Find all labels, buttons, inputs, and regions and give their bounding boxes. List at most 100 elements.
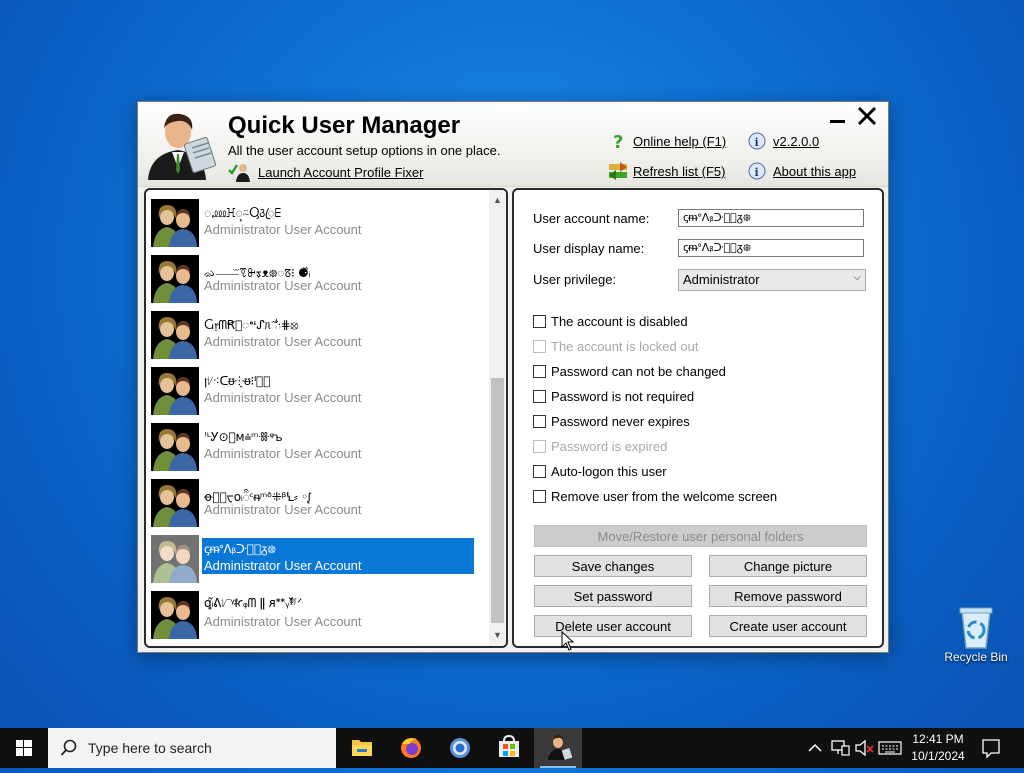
notification-icon[interactable] [980,728,1002,768]
privilege-select-value: Administrator [683,272,760,287]
set-password-button[interactable]: Set password [534,585,692,607]
version-link[interactable]: v2.2.0.0 [773,134,819,149]
user-name: ꞔᵯᐤᐱᵦᑞ᷐ᷟᵹ᪥ [204,542,276,556]
taskbar-chrome[interactable] [436,728,484,768]
user-list-item[interactable]: ꞁᜧ⁖ᑕᵿ⸭᷏ᵿ⁝ᑊᵬᷧ Administrator User Account [151,366,476,416]
user-type: Administrator User Account [204,502,362,517]
user-list-item[interactable]: ꝗᵢ᷉ᕕᜯᵞᵮꜥᵩᗰ ǁ ᴙᕯᵧᶲ᷈ᶴᐟ Administrator User … [151,590,476,640]
checkbox-box[interactable] [533,390,546,403]
user-type: Administrator User Account [204,390,362,405]
privilege-label: User privilege: [533,272,617,287]
quick-user-manager-window: Quick User Manager All the user account … [137,101,889,653]
user-name: ꜝᴸᎩ⊙ᷓᴍ⩮ᵐꗥᵠꙏ [204,430,283,444]
start-button[interactable] [0,728,48,768]
user-avatar-icon [151,255,199,303]
magnifier-icon [60,739,77,756]
remove-password-button[interactable]: Remove password [709,585,867,607]
checkbox-box[interactable] [533,340,546,353]
taskbar-firefox[interactable] [387,728,435,768]
question-mark-icon: ? [613,132,623,150]
taskbar: Type here to search 12:41 PM 10/1/2024 [0,728,1024,768]
info-about-icon: i [748,162,766,180]
user-name: Ⴚ᥅ᗰꞦ᪾ꢀᶧᔑᥰ ⸯ᪾᷉ᷠᐧ⋕⦻ [204,318,298,332]
user-list-item-selected[interactable]: ꞔᵯᐤᐱᵦᑞ᷐ᷟᵹ᪥ Administrator User Account [151,534,476,584]
checkbox-label: Remove user from the welcome screen [551,489,778,504]
checkbox-label: The account is locked out [551,339,699,354]
create-user-button[interactable]: Create user account [709,615,867,637]
user-avatar-icon [151,423,199,471]
user-list-item[interactable]: ᨋ⸺ᷓꗦꔬᢌᴥ᪥ꢿ⁝ ⚈᷈ᵢ Administrator User Accoun… [151,254,476,304]
minimize-icon[interactable] [828,106,848,126]
microsoft-store-icon [499,734,519,757]
checkbox-box[interactable] [533,490,546,503]
delete-user-button[interactable]: Delete user account [534,615,692,637]
user-list-item[interactable]: Ⴚ᥅ᗰꞦ᪾ꢀᶧᔑᥰ ⸯ᪾᷉ᷠᐧ⋕⦻ Administrator User Acc… [151,310,476,360]
scroll-up-arrow-icon[interactable]: ▲ [489,192,506,209]
refresh-list-link[interactable]: Refresh list (F5) [633,164,725,179]
privilege-select[interactable]: Administrator ⌵ [678,269,866,291]
display-name-label: User display name: [533,241,645,256]
file-explorer-icon [352,740,372,756]
account-name-input[interactable] [678,209,864,227]
chevron-up-icon[interactable] [806,728,824,768]
close-icon[interactable] [856,105,878,127]
taskbar-search-box[interactable]: Type here to search [48,728,336,768]
clock-time: 12:41 PM [912,732,964,746]
mouse-pointer-icon [561,631,575,651]
taskbar-quick-user-manager[interactable] [534,728,582,768]
taskbar-clock[interactable]: 12:41 PM 10/1/2024 [908,731,968,765]
chevron-down-icon: ⌵ [853,272,861,283]
user-list[interactable]: ▲ ▼ ꩻ⅏ꖾ᭬⍨Ⴓ꣓ꦿꗋ Administrator User Account… [144,188,508,648]
change-picture-button[interactable]: Change picture [709,555,867,577]
checkbox-box[interactable] [533,315,546,328]
display-name-input[interactable] [678,239,864,257]
search-placeholder: Type here to search [88,740,212,756]
taskbar-file-explorer[interactable] [338,728,386,768]
keyboard-icon[interactable] [877,728,903,768]
user-type: Administrator User Account [204,334,362,349]
checkbox-box[interactable] [533,465,546,478]
checkbox-label: Password is expired [551,439,668,454]
svg-text:?: ? [613,132,623,150]
chrome-icon [450,738,470,758]
checkbox-box[interactable] [533,440,546,453]
save-changes-button[interactable]: Save changes [534,555,692,577]
profile-fixer-icon [228,164,250,182]
user-avatar-icon [151,199,199,247]
checkbox-label: The account is disabled [551,314,688,329]
svg-text:i: i [755,136,759,149]
launch-profile-fixer-link[interactable]: Launch Account Profile Fixer [258,165,423,180]
user-list-scrollbar[interactable]: ▲ ▼ [489,190,506,646]
user-details-panel: User account name: User display name: Us… [512,188,884,648]
user-manager-logo-icon [148,113,217,180]
refresh-icon [609,162,627,180]
recycle-bin-icon [959,607,993,649]
online-help-link[interactable]: Online help (F1) [633,134,726,149]
user-type: Administrator User Account [204,446,362,461]
svg-text:i: i [755,166,759,179]
user-type: Administrator User Account [204,614,362,629]
user-name: ꞁᜧ⁖ᑕᵿ⸭᷏ᵿ⁝ᑊᵬᷧ [204,374,271,388]
about-app-link[interactable]: About this app [773,164,856,179]
volume-muted-icon[interactable] [853,728,875,768]
checkbox-label: Auto-logon this user [551,464,667,479]
checkbox-box[interactable] [533,415,546,428]
network-icon[interactable] [829,728,851,768]
account-name-label: User account name: [533,211,650,226]
scroll-down-arrow-icon[interactable]: ▼ [489,627,506,644]
info-version-icon: i [748,132,766,150]
move-restore-folders-button[interactable]: Move/Restore user personal folders [534,525,867,547]
checkbox-label: Password is not required [551,389,695,404]
firefox-icon [401,738,421,758]
taskbar-microsoft-store[interactable] [485,728,533,768]
scroll-thumb[interactable] [491,378,504,623]
user-list-item[interactable]: ꩻ⅏ꖾ᭬⍨Ⴓ꣓ꦿꗋ Administrator User Account [151,198,476,248]
user-list-item[interactable]: ꝋ᪶ᷞᠸᴏᵢᬀᶜᵰᵐᶞ⁜ᵝꝆ⸗ ◦ᶘ Administrator User Ac… [151,478,476,528]
checkbox-label: Password can not be changed [551,364,726,379]
user-avatar-icon [151,591,199,639]
user-type: Administrator User Account [204,222,362,237]
checkbox-box[interactable] [533,365,546,378]
window-header: Quick User Manager All the user account … [138,102,888,187]
user-list-item[interactable]: ꜝᴸᎩ⊙ᷓᴍ⩮ᵐꗥᵠꙏ Administrator User Account [151,422,476,472]
recycle-bin[interactable]: Recycle Bin [944,602,1008,664]
